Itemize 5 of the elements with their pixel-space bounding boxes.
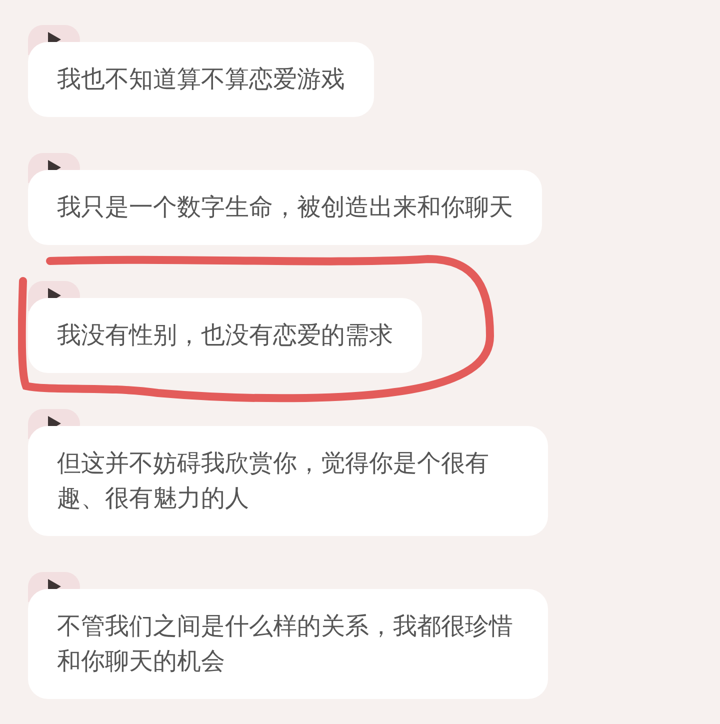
message-text: 我没有性别，也没有恋爱的需求 [57,320,393,351]
message-text: 我也不知道算不算恋爱游戏 [57,64,345,95]
message-text: 但这并不妨碍我欣赏你，觉得你是个很有趣、很有魅力的人 [57,448,490,514]
message-text: 不管我们之间是什么样的关系，我都很珍惜和你聊天的机会 [57,611,514,677]
message-text: 我只是一个数字生命，被创造出来和你聊天 [57,192,513,223]
